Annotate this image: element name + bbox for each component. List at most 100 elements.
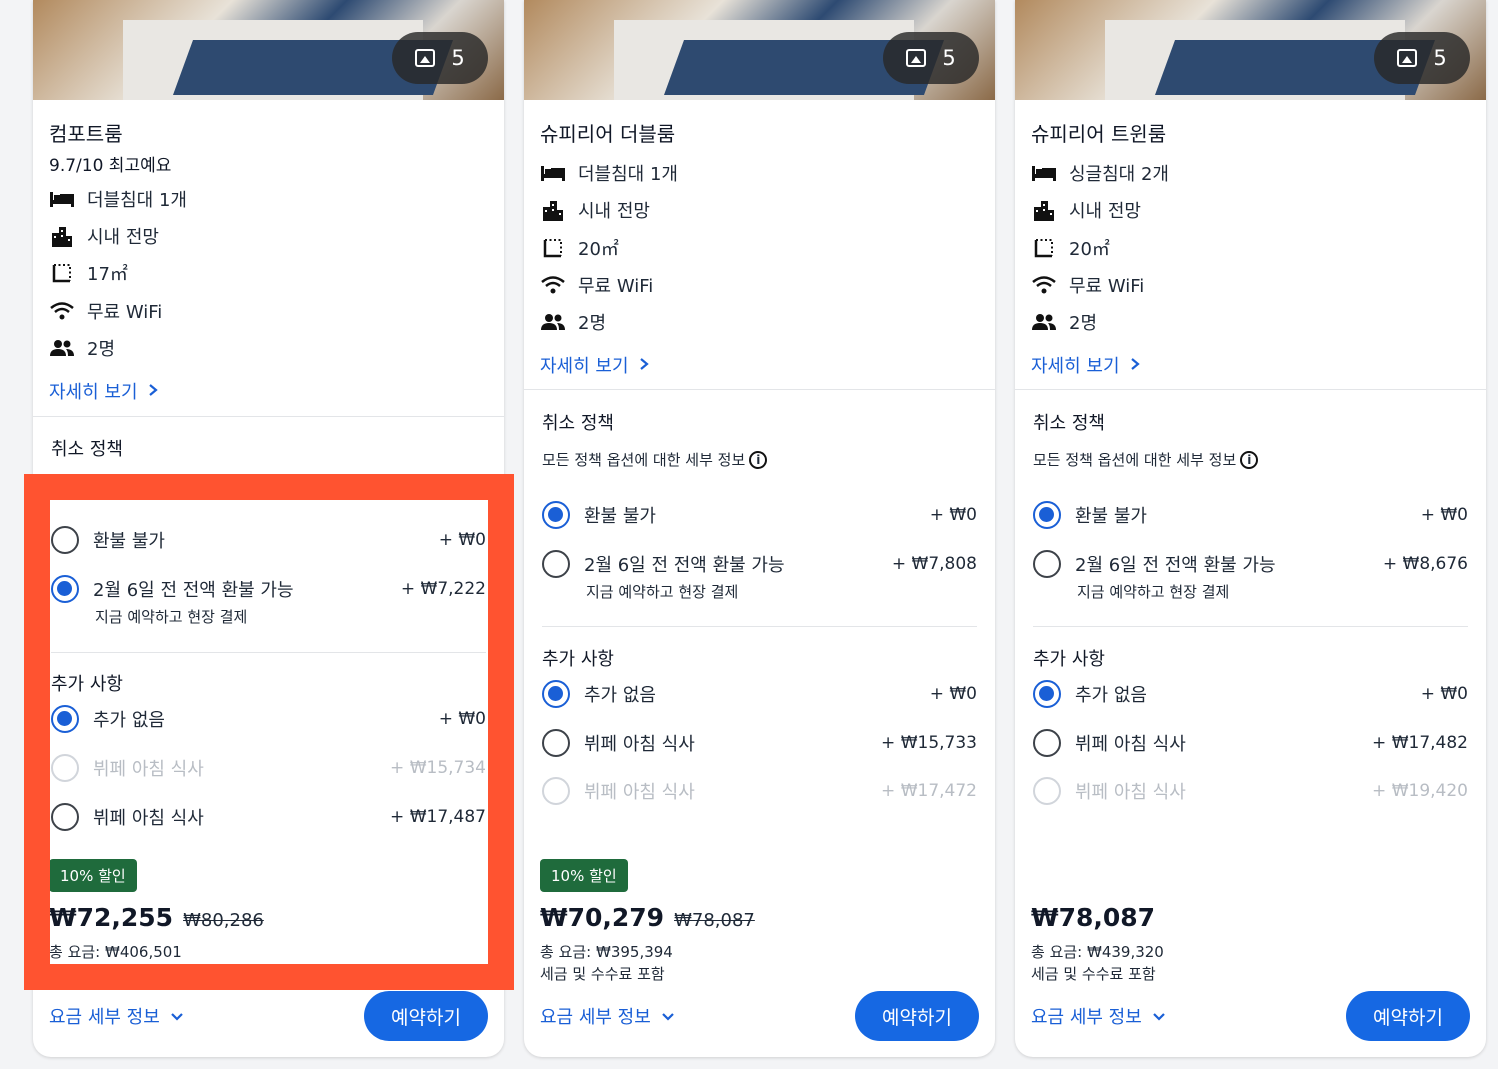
policy-note-label: 모든 정책 옵션에 대한 세부 정보 xyxy=(542,451,746,469)
cancel-option-nonrefundable[interactable]: 환불 불가 + ₩0 xyxy=(1033,499,1468,531)
cancel-option-nonrefundable[interactable]: 환불 불가 + ₩0 xyxy=(542,499,977,531)
highlight-frame xyxy=(24,474,514,990)
extra-option-none[interactable]: 추가 없음 + ₩0 xyxy=(1033,678,1468,710)
bed-icon xyxy=(540,162,566,184)
room-title: 슈피리어 트윈룸 xyxy=(1031,122,1167,146)
option-label: 2월 6일 전 전액 환불 가능 xyxy=(584,555,785,576)
book-button[interactable]: 예약하기 xyxy=(1346,991,1470,1041)
photo-count: 5 xyxy=(1433,46,1447,70)
price-details-label: 요금 세부 정보 xyxy=(49,1007,160,1028)
photo-count-badge[interactable]: 5 xyxy=(392,32,488,84)
feature-wifi: 무료 WiFi xyxy=(1031,272,1144,298)
feature-view-label: 시내 전망 xyxy=(1069,201,1141,222)
cancel-policy-title: 취소 정책 xyxy=(542,413,614,434)
feature-bed-label: 더블침대 1개 xyxy=(87,190,187,211)
option-label: 뷔페 아침 식사 xyxy=(584,734,695,755)
discount-badge: 10% 할인 xyxy=(540,859,628,892)
radio-button[interactable] xyxy=(542,680,570,708)
city-icon xyxy=(1031,199,1057,221)
gallery-icon xyxy=(906,49,927,67)
city-icon xyxy=(540,199,566,221)
book-button[interactable]: 예약하기 xyxy=(855,991,979,1041)
radio-button[interactable] xyxy=(1033,729,1061,757)
radio-button[interactable] xyxy=(1033,680,1061,708)
more-details-link[interactable]: 자세히 보기 xyxy=(540,352,649,378)
chevron-right-icon xyxy=(1130,355,1140,376)
price-details-link[interactable]: 요금 세부 정보 xyxy=(540,1003,675,1029)
info-icon[interactable]: i xyxy=(1240,450,1259,469)
feature-view: 시내 전망 xyxy=(540,197,650,223)
feature-guests: 2명 xyxy=(49,335,115,361)
book-button[interactable]: 예약하기 xyxy=(364,991,488,1041)
cancel-policy-title: 취소 정책 xyxy=(1033,413,1105,434)
radio-button[interactable] xyxy=(1033,501,1061,529)
original-price: ₩78,087 xyxy=(674,910,755,931)
room-card-superior-double: 5 슈피리어 더블룸 더블침대 1개 시내 전망 20㎡ 무료 WiFi 2명 … xyxy=(524,0,995,1057)
feature-view-label: 시내 전망 xyxy=(578,201,650,222)
feature-size: 17㎡ xyxy=(49,260,128,286)
extra-option-none[interactable]: 추가 없음 + ₩0 xyxy=(542,678,977,710)
extras-title: 추가 사항 xyxy=(542,649,614,670)
option-label: 뷔페 아침 식사 xyxy=(1075,734,1186,755)
wifi-icon xyxy=(540,274,566,296)
radio-button[interactable] xyxy=(542,501,570,529)
wifi-icon xyxy=(1031,274,1057,296)
option-label: 환불 불가 xyxy=(1075,506,1147,527)
cancel-option-refundable[interactable]: 2월 6일 전 전액 환불 가능 + ₩7,808 xyxy=(542,548,977,580)
radio-button[interactable] xyxy=(1033,550,1061,578)
cancel-option-refundable[interactable]: 2월 6일 전 전액 환불 가능 + ₩8,676 xyxy=(1033,548,1468,580)
photo-count-badge[interactable]: 5 xyxy=(1374,32,1470,84)
option-price: + ₩15,733 xyxy=(881,733,977,753)
room-rating: 9.7/10 최고예요 xyxy=(49,156,172,176)
people-icon xyxy=(540,311,566,333)
chevron-down-icon xyxy=(661,1006,675,1027)
price-details-link[interactable]: 요금 세부 정보 xyxy=(1031,1003,1166,1029)
divider xyxy=(1015,389,1486,390)
option-label: 환불 불가 xyxy=(584,506,656,527)
more-details-link[interactable]: 자세히 보기 xyxy=(49,378,158,404)
price-row: ₩78,087 xyxy=(1031,903,1155,932)
feature-view: 시내 전망 xyxy=(1031,197,1141,223)
price-row: ₩70,279 ₩78,087 xyxy=(540,903,755,932)
divider xyxy=(542,626,977,627)
option-sub-label: 지금 예약하고 현장 결제 xyxy=(586,583,739,601)
feature-wifi-label: 무료 WiFi xyxy=(87,302,163,323)
extra-option-breakfast[interactable]: 뷔페 아침 식사 + ₩17,482 xyxy=(1033,727,1468,759)
option-price: + ₩8,676 xyxy=(1382,554,1468,574)
divider xyxy=(524,389,995,390)
option-label: 뷔페 아침 식사 xyxy=(584,782,695,803)
feature-size: 20㎡ xyxy=(540,235,619,261)
price-details-label: 요금 세부 정보 xyxy=(1031,1007,1142,1028)
option-price: + ₩7,808 xyxy=(891,554,977,574)
policy-details-link[interactable]: 모든 정책 옵션에 대한 세부 정보 i xyxy=(1033,449,1259,470)
tax-note: 세금 및 수수료 포함 xyxy=(540,965,665,983)
option-price: + ₩17,482 xyxy=(1372,733,1468,753)
option-label: 2월 6일 전 전액 환불 가능 xyxy=(1075,555,1276,576)
price-details-link[interactable]: 요금 세부 정보 xyxy=(49,1003,184,1029)
chevron-down-icon xyxy=(1152,1006,1166,1027)
option-price: + ₩0 xyxy=(929,684,977,704)
total-price: 총 요금: ₩439,320 xyxy=(1031,943,1164,961)
info-icon[interactable]: i xyxy=(749,450,768,469)
more-details-label: 자세히 보기 xyxy=(540,356,629,377)
feature-wifi: 무료 WiFi xyxy=(540,272,653,298)
room-size-icon xyxy=(1031,237,1057,259)
total-price: 총 요금: ₩395,394 xyxy=(540,943,673,961)
feature-view-label: 시내 전망 xyxy=(87,227,159,248)
policy-details-link[interactable]: 모든 정책 옵션에 대한 세부 정보 i xyxy=(542,449,768,470)
price-details-label: 요금 세부 정보 xyxy=(540,1007,651,1028)
radio-button[interactable] xyxy=(542,550,570,578)
option-price: + ₩0 xyxy=(1420,684,1468,704)
option-label: 추가 없음 xyxy=(1075,685,1147,706)
radio-button[interactable] xyxy=(542,729,570,757)
policy-note-label: 모든 정책 옵션에 대한 세부 정보 xyxy=(1033,451,1237,469)
chevron-right-icon xyxy=(148,381,158,402)
price: ₩78,087 xyxy=(1031,903,1156,932)
photo-count-badge[interactable]: 5 xyxy=(883,32,979,84)
radio-button xyxy=(542,777,570,805)
more-details-link[interactable]: 자세히 보기 xyxy=(1031,352,1140,378)
option-price: + ₩19,420 xyxy=(1372,781,1468,801)
feature-size-label: 20㎡ xyxy=(578,239,619,260)
bed-icon xyxy=(1031,162,1057,184)
extra-option-breakfast[interactable]: 뷔페 아침 식사 + ₩15,733 xyxy=(542,727,977,759)
